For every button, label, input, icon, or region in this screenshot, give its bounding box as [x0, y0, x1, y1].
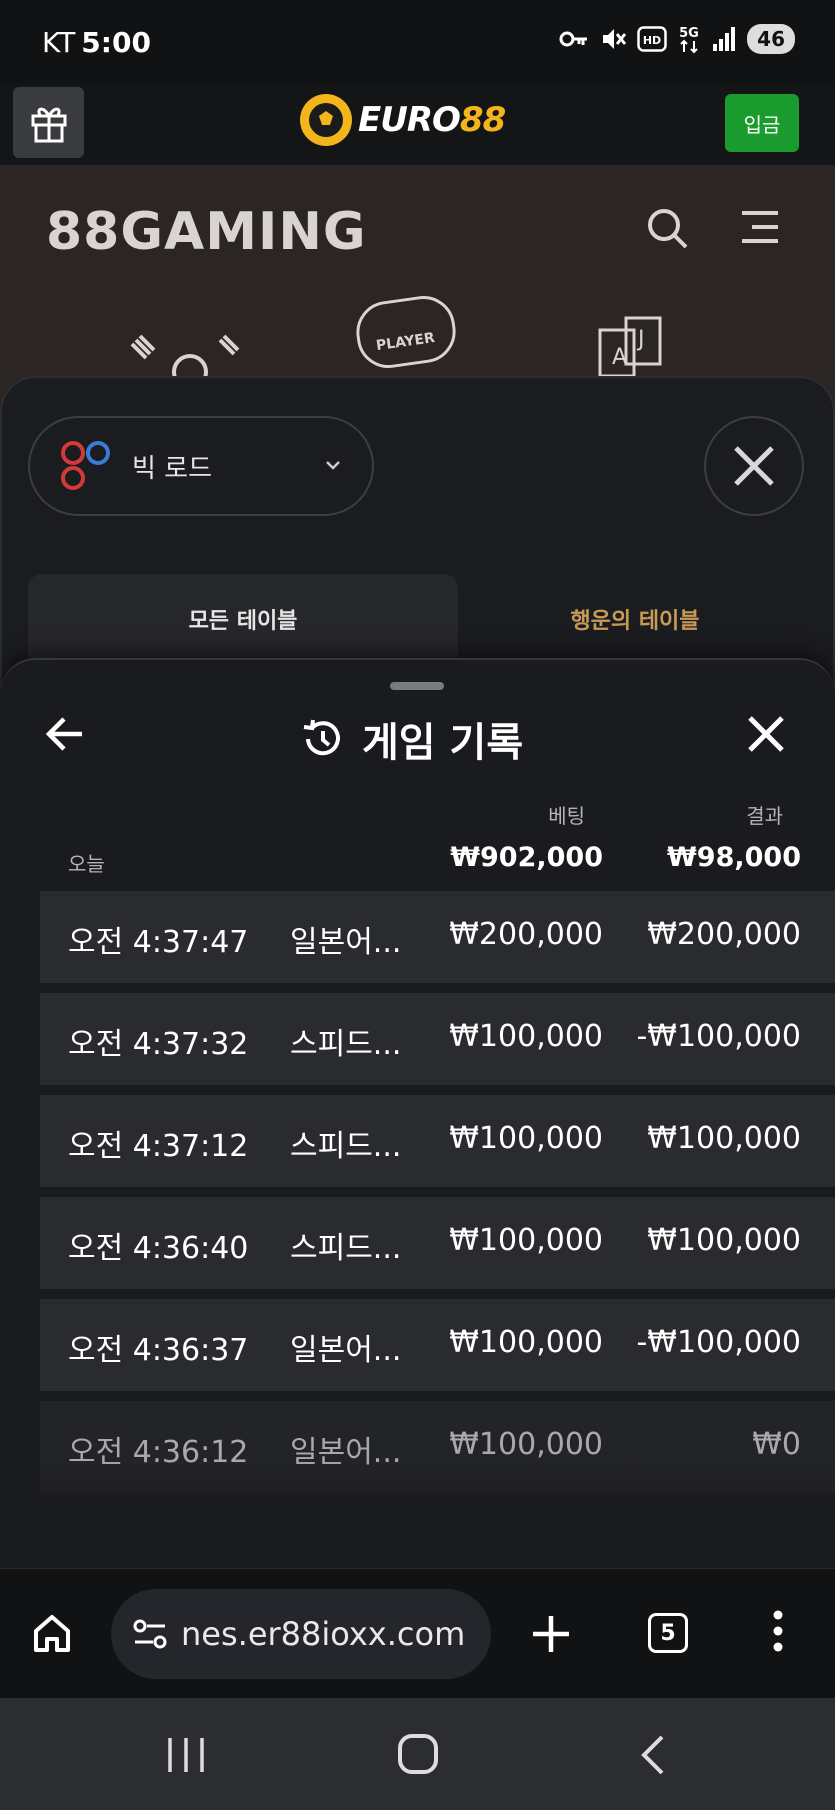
- gift-button[interactable]: [13, 87, 84, 158]
- history-row[interactable]: 오전 4:37:47 일본어... ₩200,000 ₩200,000: [40, 891, 835, 983]
- row-result: -₩100,000: [636, 1325, 801, 1360]
- today-label: 오늘: [68, 852, 105, 876]
- row-bet: ₩100,000: [449, 1019, 603, 1054]
- total-bet: ₩902,000: [450, 842, 603, 873]
- row-result: ₩100,000: [647, 1223, 801, 1258]
- hd-icon: HD: [637, 26, 667, 52]
- row-result: -₩100,000: [636, 1019, 801, 1054]
- svg-text:A: A: [612, 345, 627, 370]
- sheet-grabber[interactable]: [390, 682, 444, 690]
- tab-lucky-tables[interactable]: 행운의 테이블: [458, 574, 812, 664]
- key-icon: [559, 31, 588, 47]
- road-dots-icon: [60, 440, 112, 492]
- bet-column-header: 베팅: [548, 804, 585, 828]
- euro88-logo[interactable]: EURO88: [300, 94, 506, 146]
- row-time: 오전 4:37:47: [68, 925, 249, 960]
- tab-all-tables[interactable]: 모든 테이블: [28, 574, 458, 664]
- tab-switcher-button[interactable]: 5: [648, 1613, 688, 1653]
- back-arrow-icon[interactable]: [44, 714, 86, 754]
- svg-text:HD: HD: [643, 34, 661, 47]
- chevron-down-icon: [326, 461, 340, 470]
- row-bet: ₩100,000: [449, 1223, 603, 1258]
- url-text: nes.er88ioxx.com: [181, 1615, 466, 1653]
- row-bet: ₩200,000: [449, 917, 603, 952]
- game-category-icons: PLAYER AJ: [0, 286, 835, 386]
- game-history-sheet: 게임 기록 베팅 결과 오늘 ₩902,000 ₩98,000 오전 4:37:…: [0, 658, 835, 1568]
- road-select-label: 빅 로드: [132, 453, 213, 484]
- row-result: ₩100,000: [647, 1121, 801, 1156]
- row-time: 오전 4:37:32: [68, 1027, 249, 1062]
- mute-icon: [603, 29, 627, 49]
- row-result: ₩200,000: [647, 917, 801, 952]
- 5g-icon: 5G: [679, 26, 699, 54]
- road-type-select[interactable]: 빅 로드: [28, 416, 374, 516]
- row-game: 스피드...: [290, 1231, 402, 1266]
- status-bar: KT 5:00 HD 5G 46: [0, 0, 835, 84]
- row-result: ₩0: [752, 1427, 801, 1462]
- row-bet: ₩100,000: [449, 1427, 603, 1462]
- history-icon: [303, 719, 340, 756]
- nav-back-icon[interactable]: [638, 1734, 668, 1776]
- battery-indicator: 46: [747, 24, 795, 54]
- cards-icon[interactable]: AJ: [596, 316, 686, 376]
- menu-icon[interactable]: [740, 210, 780, 244]
- history-row[interactable]: 오전 4:36:37 일본어... ₩100,000 -₩100,000: [40, 1299, 835, 1391]
- history-list: 오전 4:37:47 일본어... ₩200,000 ₩200,000 오전 4…: [40, 891, 835, 1503]
- browser-toolbar: nes.er88ioxx.com 5: [0, 1568, 835, 1698]
- carrier-time: KT 5:00: [42, 26, 151, 59]
- soccer-ball-icon: [300, 94, 352, 146]
- deposit-button[interactable]: 입금: [725, 94, 799, 152]
- row-time: 오전 4:36:40: [68, 1231, 249, 1266]
- gaming-logo: 88GAMING: [46, 202, 367, 262]
- row-game: 스피드...: [290, 1129, 402, 1164]
- history-row[interactable]: 오전 4:37:12 스피드... ₩100,000 ₩100,000: [40, 1095, 835, 1187]
- carrier-label: KT: [42, 26, 76, 59]
- site-header: EURO88 입금: [0, 84, 835, 166]
- more-vert-icon[interactable]: [770, 1609, 786, 1653]
- plus-icon[interactable]: [530, 1613, 572, 1655]
- close-icon[interactable]: [746, 714, 786, 754]
- history-row[interactable]: 오전 4:37:32 스피드... ₩100,000 -₩100,000: [40, 993, 835, 1085]
- brand-name: EURO88: [358, 100, 506, 140]
- site-settings-icon[interactable]: [133, 1619, 167, 1649]
- brand-accent: 88: [459, 100, 506, 140]
- result-column-header: 결과: [746, 804, 783, 828]
- svg-text:J: J: [636, 327, 645, 352]
- home-icon[interactable]: [32, 1613, 72, 1653]
- sheet-title: 게임 기록: [300, 710, 523, 768]
- list-fade-overlay: [0, 1460, 835, 1568]
- panel-close-button[interactable]: [704, 416, 804, 516]
- clock: 5:00: [81, 26, 151, 59]
- history-row[interactable]: 오전 4:36:40 스피드... ₩100,000 ₩100,000: [40, 1197, 835, 1289]
- gift-icon: [31, 107, 66, 142]
- recent-apps-icon[interactable]: [166, 1736, 206, 1774]
- svg-text:5G: 5G: [679, 26, 699, 41]
- row-bet: ₩100,000: [449, 1325, 603, 1360]
- player-badge-icon[interactable]: PLAYER: [346, 296, 476, 376]
- row-time: 오전 4:37:12: [68, 1129, 249, 1164]
- url-bar[interactable]: nes.er88ioxx.com: [111, 1589, 491, 1679]
- table-tabs: 모든 테이블 행운의 테이블: [28, 574, 812, 664]
- row-game: 일본어...: [290, 925, 402, 960]
- signal-icon: [713, 27, 736, 51]
- korea-flag-icon[interactable]: [130, 332, 250, 382]
- sheet-title-text: 게임 기록: [362, 720, 524, 766]
- nav-home-button[interactable]: [398, 1734, 438, 1774]
- search-icon[interactable]: [645, 206, 689, 250]
- row-bet: ₩100,000: [449, 1121, 603, 1156]
- brand-main: EURO: [358, 100, 461, 140]
- total-result: ₩98,000: [667, 842, 801, 873]
- row-game: 일본어...: [290, 1333, 402, 1368]
- close-icon: [734, 446, 774, 486]
- system-nav-bar: [0, 1698, 835, 1810]
- row-game: 스피드...: [290, 1027, 402, 1062]
- status-icons: HD 5G 46: [559, 24, 795, 54]
- player-badge-label: PLAYER: [375, 330, 436, 354]
- row-time: 오전 4:36:37: [68, 1333, 249, 1368]
